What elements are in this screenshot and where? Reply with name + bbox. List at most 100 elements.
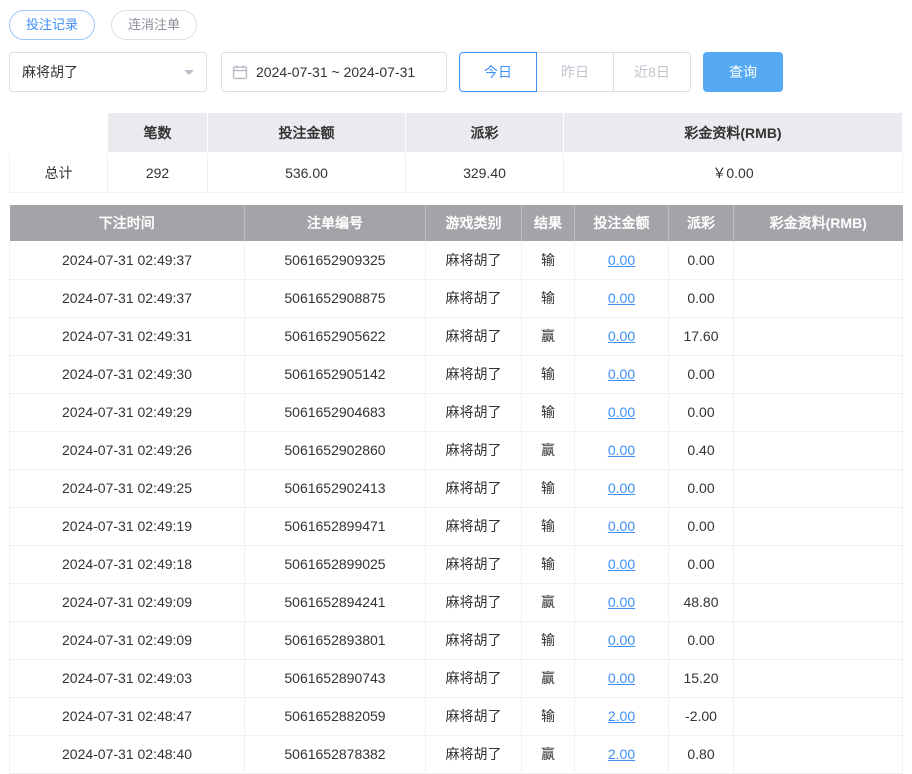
header-bonus: 彩金资料(RMB) bbox=[733, 205, 903, 241]
table-row: 2024-07-31 02:49:18 5061652899025 麻将胡了输 0.0… bbox=[9, 545, 903, 584]
bet-amount-link[interactable]: 0.00 bbox=[608, 480, 635, 496]
result-cell: 赢 bbox=[521, 317, 575, 356]
payout-cell: -2.00 bbox=[668, 697, 734, 736]
bet-amount-link[interactable]: 0.00 bbox=[608, 632, 635, 648]
order-number-cell: 5061652908875 bbox=[244, 279, 426, 318]
tab-bet-records[interactable]: 投注记录 bbox=[9, 10, 96, 40]
calendar-icon bbox=[232, 64, 248, 80]
game-select-value: 麻将胡了 bbox=[22, 64, 78, 80]
page: 投注记录 连消注单 麻将胡了 2024-07-31 ~ 2024-07-31 今… bbox=[0, 0, 912, 774]
game-type-cell: 麻将胡了 bbox=[425, 241, 522, 280]
table-row: 2024-07-31 02:49:37 5061652908875 麻将胡了输 0.0… bbox=[9, 279, 903, 318]
bet-amount-cell: 0.00 bbox=[574, 393, 669, 432]
result-cell: 输 bbox=[521, 621, 575, 660]
bet-time-cell: 2024-07-31 02:48:40 bbox=[9, 735, 245, 774]
summary-header-bet-amount: 投注金额 bbox=[207, 112, 406, 153]
bonus-cell bbox=[733, 621, 903, 660]
bet-amount-cell: 2.00 bbox=[574, 735, 669, 774]
table-row: 2024-07-31 02:49:03 5061652890743 麻将胡了赢 0.0… bbox=[9, 659, 903, 698]
result-cell: 输 bbox=[521, 469, 575, 508]
payout-cell: 0.00 bbox=[668, 621, 734, 660]
date-range-picker[interactable]: 2024-07-31 ~ 2024-07-31 bbox=[221, 52, 447, 92]
payout-cell: 0.00 bbox=[668, 241, 734, 280]
filter-bar: 麻将胡了 2024-07-31 ~ 2024-07-31 今日 昨日 近8日 查… bbox=[9, 52, 903, 92]
bet-amount-link[interactable]: 0.00 bbox=[608, 366, 635, 382]
game-type-cell: 麻将胡了 bbox=[425, 431, 522, 470]
last-8-days-button[interactable]: 近8日 bbox=[613, 52, 691, 92]
table-row: 2024-07-31 02:49:30 5061652905142 麻将胡了输 0.0… bbox=[9, 355, 903, 394]
bet-amount-cell: 0.00 bbox=[574, 545, 669, 584]
result-cell: 赢 bbox=[521, 735, 575, 774]
game-type-cell: 麻将胡了 bbox=[425, 469, 522, 508]
table-row: 2024-07-31 02:49:31 5061652905622 麻将胡了赢 0.0… bbox=[9, 317, 903, 356]
bet-amount-cell: 0.00 bbox=[574, 431, 669, 470]
bet-amount-cell: 0.00 bbox=[574, 355, 669, 394]
bet-time-cell: 2024-07-31 02:49:09 bbox=[9, 621, 245, 660]
bet-amount-link[interactable]: 0.00 bbox=[608, 594, 635, 610]
result-cell: 输 bbox=[521, 697, 575, 736]
bet-time-cell: 2024-07-31 02:49:09 bbox=[9, 583, 245, 622]
bonus-cell bbox=[733, 355, 903, 394]
bet-time-cell: 2024-07-31 02:49:30 bbox=[9, 355, 245, 394]
bonus-cell bbox=[733, 507, 903, 546]
search-button[interactable]: 查询 bbox=[703, 52, 783, 92]
bet-amount-link[interactable]: 0.00 bbox=[608, 252, 635, 268]
game-type-cell: 麻将胡了 bbox=[425, 507, 522, 546]
bet-amount-cell: 0.00 bbox=[574, 621, 669, 660]
bonus-cell bbox=[733, 241, 903, 280]
bet-table-header-row: 下注时间 注单编号 游戏类别 结果 投注金额 派彩 彩金资料(RMB) bbox=[9, 205, 903, 241]
yesterday-button[interactable]: 昨日 bbox=[536, 52, 614, 92]
bonus-cell bbox=[733, 735, 903, 774]
bet-time-cell: 2024-07-31 02:49:26 bbox=[9, 431, 245, 470]
order-number-cell: 5061652902860 bbox=[244, 431, 426, 470]
table-row: 2024-07-31 02:49:25 5061652902413 麻将胡了输 0.0… bbox=[9, 469, 903, 508]
bonus-cell bbox=[733, 545, 903, 584]
payout-cell: 0.00 bbox=[668, 469, 734, 508]
order-number-cell: 5061652902413 bbox=[244, 469, 426, 508]
result-cell: 赢 bbox=[521, 583, 575, 622]
table-row: 2024-07-31 02:49:09 5061652893801 麻将胡了输 0.0… bbox=[9, 621, 903, 660]
summary-total-payout: 329.40 bbox=[405, 152, 564, 193]
header-game-type: 游戏类别 bbox=[425, 205, 522, 241]
header-bet-time: 下注时间 bbox=[9, 205, 245, 241]
bonus-cell bbox=[733, 697, 903, 736]
bet-amount-link[interactable]: 0.00 bbox=[608, 670, 635, 686]
bet-amount-link[interactable]: 0.00 bbox=[608, 556, 635, 572]
bonus-cell bbox=[733, 279, 903, 318]
game-select[interactable]: 麻将胡了 bbox=[9, 52, 207, 92]
game-type-cell: 麻将胡了 bbox=[425, 393, 522, 432]
payout-cell: 48.80 bbox=[668, 583, 734, 622]
quick-range-group: 今日 昨日 近8日 bbox=[459, 52, 691, 92]
order-number-cell: 5061652905142 bbox=[244, 355, 426, 394]
bet-time-cell: 2024-07-31 02:49:29 bbox=[9, 393, 245, 432]
summary-header-blank bbox=[9, 112, 108, 153]
bet-amount-link[interactable]: 2.00 bbox=[608, 708, 635, 724]
today-button[interactable]: 今日 bbox=[459, 52, 537, 92]
bet-amount-link[interactable]: 0.00 bbox=[608, 404, 635, 420]
bonus-cell bbox=[733, 469, 903, 508]
result-cell: 输 bbox=[521, 355, 575, 394]
tab-cancelled-orders[interactable]: 连消注单 bbox=[111, 10, 198, 40]
order-number-cell: 5061652899471 bbox=[244, 507, 426, 546]
bet-amount-link[interactable]: 2.00 bbox=[608, 746, 635, 762]
game-type-cell: 麻将胡了 bbox=[425, 697, 522, 736]
order-number-cell: 5061652878382 bbox=[244, 735, 426, 774]
date-range-value: 2024-07-31 ~ 2024-07-31 bbox=[256, 64, 416, 80]
bet-amount-link[interactable]: 0.00 bbox=[608, 290, 635, 306]
game-type-cell: 麻将胡了 bbox=[425, 545, 522, 584]
table-row: 2024-07-31 02:49:19 5061652899471 麻将胡了输 0.0… bbox=[9, 507, 903, 546]
bet-amount-cell: 2.00 bbox=[574, 697, 669, 736]
bonus-cell bbox=[733, 583, 903, 622]
summary-total-label: 总计 bbox=[9, 152, 108, 193]
table-row: 2024-07-31 02:48:40 5061652878382 麻将胡了赢 2.0… bbox=[9, 735, 903, 774]
bet-amount-link[interactable]: 0.00 bbox=[608, 518, 635, 534]
header-payout: 派彩 bbox=[668, 205, 734, 241]
bet-time-cell: 2024-07-31 02:49:37 bbox=[9, 279, 245, 318]
summary-table: 笔数 投注金额 派彩 彩金资料(RMB) 总计 292 536.00 329.4… bbox=[9, 112, 903, 193]
bet-time-cell: 2024-07-31 02:49:18 bbox=[9, 545, 245, 584]
summary-total-bet-amount: 536.00 bbox=[207, 152, 406, 193]
bet-amount-link[interactable]: 0.00 bbox=[608, 442, 635, 458]
result-cell: 输 bbox=[521, 241, 575, 280]
bet-amount-link[interactable]: 0.00 bbox=[608, 328, 635, 344]
table-row: 2024-07-31 02:49:37 5061652909325 麻将胡了输 0.0… bbox=[9, 241, 903, 280]
